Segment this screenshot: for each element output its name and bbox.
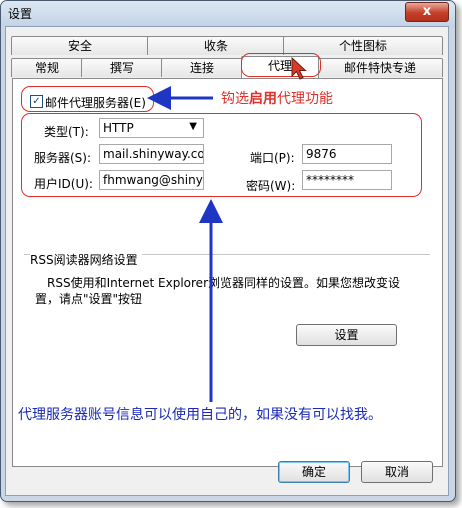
enable-annotation-bold: 启用 bbox=[249, 91, 277, 107]
annotation-arrows bbox=[147, 86, 223, 402]
credentials-annotation: 代理服务器账号信息可以使用自己的，如果没有可以找我。 bbox=[18, 407, 382, 423]
enable-annotation-suffix: 代理功能 bbox=[277, 91, 333, 107]
enable-annotation: 钩选启用代理功能 bbox=[221, 88, 333, 108]
enable-annotation-prefix: 钩选 bbox=[221, 91, 249, 107]
